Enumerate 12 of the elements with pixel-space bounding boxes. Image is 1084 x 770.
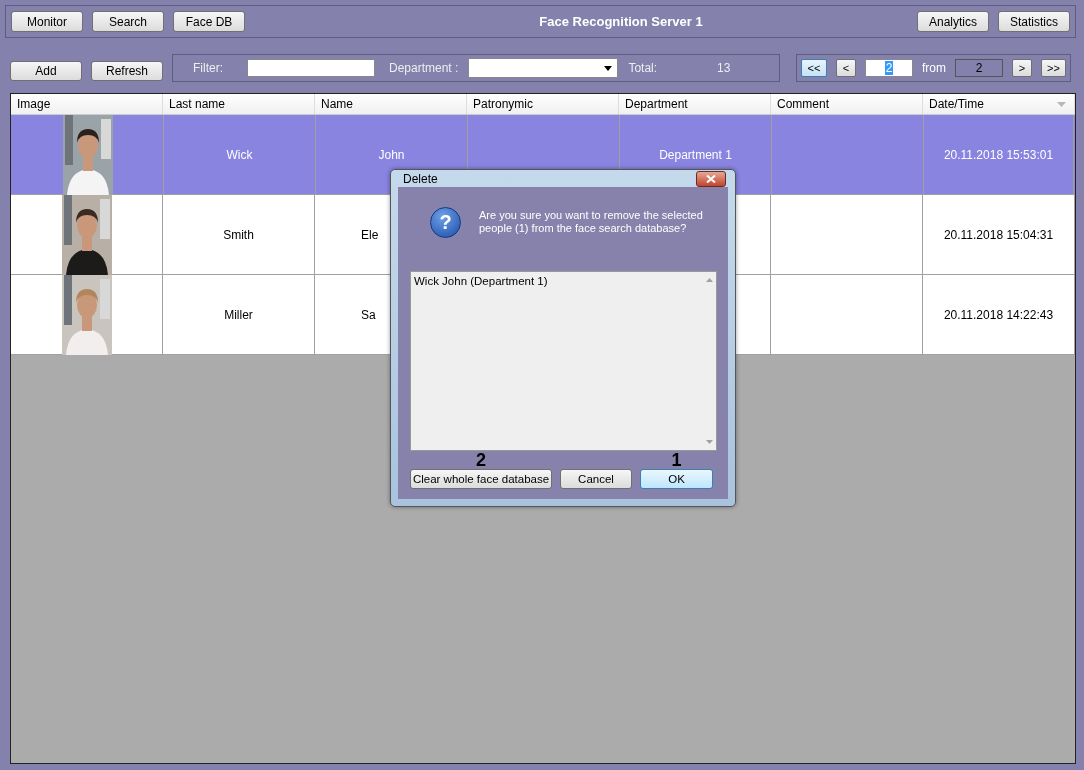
app-title: Face Recognition Server 1 — [538, 14, 704, 29]
from-label: from — [922, 61, 946, 75]
total-label: Total: — [628, 61, 658, 75]
callout-number: 2 — [476, 451, 486, 469]
filter-label: Filter: — [193, 61, 223, 75]
dialog-message: Are you sure you want to remove the selected people (1) from the face search database? — [479, 209, 704, 235]
callout-number: 1 — [671, 451, 682, 469]
question-icon: ? — [430, 206, 461, 238]
dialog-title: Delete — [403, 171, 438, 186]
department-label: Department : — [389, 61, 459, 75]
total-count: 13 — [717, 61, 731, 75]
page-count: 2 — [955, 59, 1003, 77]
